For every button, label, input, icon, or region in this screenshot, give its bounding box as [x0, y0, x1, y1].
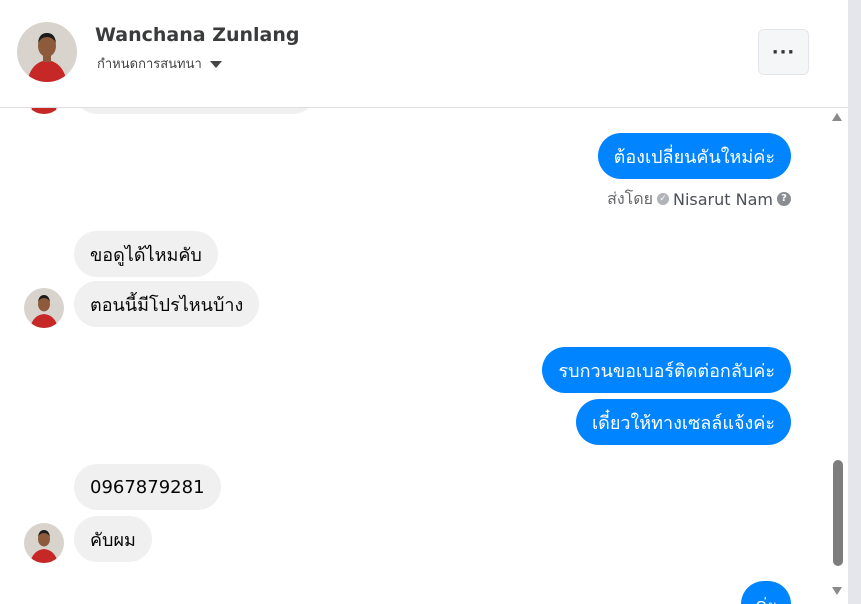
- check-circle-icon: ✓: [657, 193, 669, 205]
- contact-avatar[interactable]: [17, 22, 77, 82]
- conversation-settings-dropdown[interactable]: กำหนดการสนทนา: [97, 53, 222, 73]
- contact-avatar-small[interactable]: [24, 288, 64, 328]
- question-circle-icon[interactable]: ?: [777, 192, 791, 206]
- message-incoming: ตอนนี้มีโปรไหนบ้าง: [74, 281, 260, 327]
- contact-name[interactable]: Wanchana Zunlang: [95, 24, 300, 46]
- message-outgoing: เดี๋ยวให้ทางเซลล์แจ้งค่ะ: [576, 399, 791, 445]
- caret-down-icon: [209, 61, 222, 68]
- message-thread: ต้องเปลี่ยนคันใหม่ค่ะ ส่งโดย ✓ Nisarut N…: [0, 108, 825, 604]
- scrollbar-thumb[interactable]: [833, 460, 843, 566]
- contact-avatar-small[interactable]: [24, 523, 64, 563]
- chat-scrollbar[interactable]: [825, 108, 848, 604]
- sent-by-line: ส่งโดย ✓ Nisarut Nam ?: [607, 188, 791, 210]
- message-incoming: คับผม: [74, 516, 152, 562]
- conversation-header: Wanchana Zunlang กำหนดการสนทนา ···: [0, 0, 848, 108]
- sent-by-label: ส่งโดย: [607, 188, 653, 208]
- contact-avatar-small[interactable]: [24, 108, 64, 114]
- message-incoming-partial: [74, 108, 316, 114]
- conversation-settings-label: กำหนดการสนทนา: [97, 56, 202, 72]
- message-incoming: ขอดูได้ไหมคับ: [74, 231, 218, 277]
- message-outgoing: ต้องเปลี่ยนคันใหม่ค่ะ: [597, 133, 791, 179]
- message-outgoing: ค่ะ: [741, 581, 791, 604]
- more-options-button[interactable]: ···: [758, 29, 809, 75]
- right-edge-panel: [848, 0, 861, 604]
- scroll-up-arrow-icon[interactable]: [832, 113, 842, 121]
- sent-by-agent[interactable]: Nisarut Nam: [673, 190, 773, 209]
- message-incoming: 0967879281: [74, 464, 221, 510]
- message-outgoing: รบกวนขอเบอร์ติดต่อกลับค่ะ: [542, 347, 791, 393]
- scroll-down-arrow-icon[interactable]: [832, 587, 842, 595]
